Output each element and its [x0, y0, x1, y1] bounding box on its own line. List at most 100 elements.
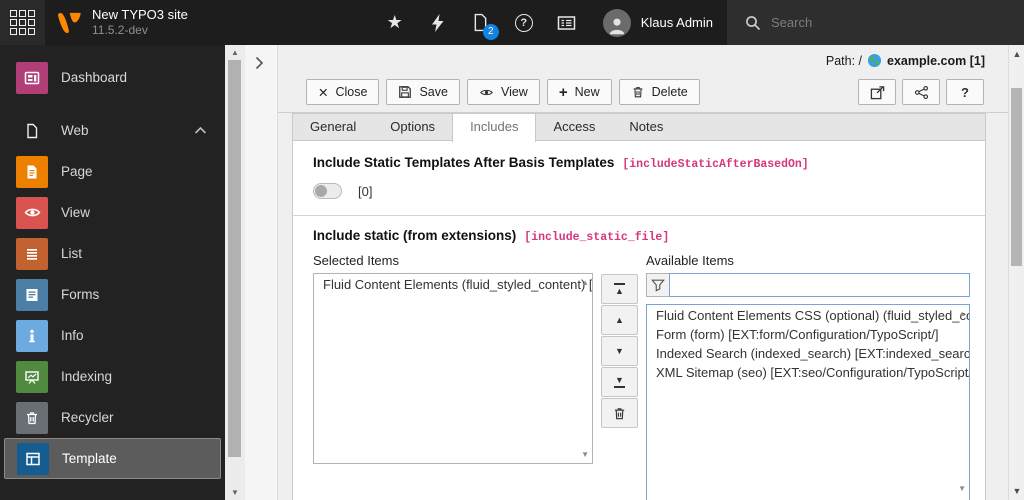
- scroll-up-arrow[interactable]: ▲: [1009, 49, 1024, 59]
- trash-icon: [16, 401, 48, 434]
- bolt-icon: [431, 13, 444, 32]
- delete-button[interactable]: Delete: [618, 79, 700, 105]
- doc-header: Path: / example.com [1] ✕ Close Save Vie…: [278, 45, 1008, 113]
- forms-icon: [16, 278, 48, 311]
- context-help-button[interactable]: ?: [946, 79, 984, 105]
- tab-options[interactable]: Options: [373, 114, 452, 140]
- save-icon: [398, 85, 412, 99]
- listbox-scroll-down-icon[interactable]: ▼: [958, 484, 966, 493]
- typo3-logo[interactable]: [55, 9, 83, 37]
- info-icon: [16, 319, 48, 352]
- available-item[interactable]: Form (form) [EXT:form/Configuration/Typo…: [647, 324, 969, 343]
- content-scrollbar-thumb[interactable]: [1011, 88, 1022, 266]
- remove-item-button[interactable]: [601, 398, 638, 428]
- listbox-scroll-up-icon[interactable]: ▲: [581, 278, 589, 287]
- scroll-down-arrow[interactable]: ▼: [225, 488, 245, 497]
- available-item[interactable]: Fluid Content Elements CSS (optional) (f…: [647, 305, 969, 324]
- selected-items-listbox[interactable]: Fluid Content Elements (fluid_styled_con…: [313, 273, 593, 464]
- sidebar-item-info[interactable]: Info: [0, 315, 225, 356]
- clear-cache-bolt-icon[interactable]: [426, 9, 450, 37]
- tab-notes[interactable]: Notes: [612, 114, 680, 140]
- search-input[interactable]: [771, 15, 971, 30]
- bookmark-star-icon[interactable]: ★: [383, 9, 407, 37]
- close-button[interactable]: ✕ Close: [306, 79, 380, 105]
- search-icon: [746, 15, 761, 30]
- save-button[interactable]: Save: [386, 79, 460, 105]
- user-icon: [609, 18, 624, 34]
- web-icon: [16, 115, 48, 147]
- view-button[interactable]: View: [466, 79, 540, 105]
- available-item[interactable]: Indexed Search (indexed_search) [EXT:ind…: [647, 343, 969, 362]
- available-items-listbox[interactable]: Fluid Content Elements CSS (optional) (f…: [646, 304, 970, 500]
- doc-tool-buttons: ?: [858, 79, 984, 105]
- list-control-buttons: ▲ ▲ ▼ ▼: [601, 273, 638, 500]
- sidebar-item-page[interactable]: Page: [0, 151, 225, 192]
- content-scrollbar[interactable]: ▲ ▼: [1008, 45, 1024, 500]
- field-title: Include Static Templates After Basis Tem…: [313, 155, 615, 170]
- listbox-scroll-down-icon[interactable]: ▼: [581, 450, 589, 459]
- arrow-up-icon: ▲: [615, 286, 624, 296]
- toggle-value: [0]: [358, 183, 373, 199]
- field-code: [include_static_file]: [524, 231, 670, 244]
- sidebar-scrollbar-thumb[interactable]: [228, 60, 241, 457]
- scroll-up-arrow[interactable]: ▲: [225, 48, 245, 57]
- open-documents-badge: 2: [482, 23, 499, 40]
- tab-general[interactable]: General: [293, 114, 373, 140]
- selected-item[interactable]: Fluid Content Elements (fluid_styled_con…: [314, 274, 592, 293]
- pagetree-expand-button[interactable]: [255, 56, 264, 73]
- sidebar-item-dashboard[interactable]: Dashboard: [0, 57, 225, 98]
- sidebar-item-indexing[interactable]: Indexing: [0, 356, 225, 397]
- section-include-static-after: Include Static Templates After Basis Tem…: [293, 141, 985, 216]
- sidebar-item-list[interactable]: List: [0, 233, 225, 274]
- open-in-new-window-button[interactable]: [858, 79, 896, 105]
- doc-buttons: ✕ Close Save View + New Delete: [306, 79, 700, 105]
- eye-icon: [16, 196, 48, 229]
- sidebar-scrollbar[interactable]: ▲ ▼: [225, 45, 245, 500]
- sidebar-item-template[interactable]: Template: [4, 438, 221, 479]
- field-title: Include static (from extensions): [313, 228, 517, 243]
- scroll-down-arrow[interactable]: ▼: [1009, 486, 1024, 496]
- section-include-static-file: Include static (from extensions) [include…: [293, 216, 985, 500]
- arrow-down-icon: ▼: [615, 346, 624, 356]
- new-button[interactable]: + New: [546, 79, 612, 105]
- field-code: [includeStaticAfterBasedOn]: [622, 158, 809, 171]
- user-name: Klaus Admin: [640, 15, 713, 30]
- move-down-button[interactable]: ▼: [601, 336, 638, 366]
- share-button[interactable]: [902, 79, 940, 105]
- module-sidebar: Dashboard Web Page View List Forms Info …: [0, 45, 225, 500]
- funnel-icon: [651, 279, 665, 292]
- breadcrumb: Path: / example.com [1]: [826, 53, 985, 68]
- topbar: New TYPO3 site 11.5.2-dev ★ 2 ? Klaus Ad…: [0, 0, 1024, 45]
- tab-includes[interactable]: Includes: [452, 114, 537, 142]
- external-link-icon: [870, 85, 884, 99]
- sidebar-item-recycler[interactable]: Recycler: [0, 397, 225, 438]
- arrow-up-icon: ▲: [615, 315, 624, 325]
- modules-menu-button[interactable]: [0, 0, 45, 45]
- available-item[interactable]: XML Sitemap (seo) [EXT:seo/Configuration…: [647, 362, 969, 381]
- selected-items-label: Selected Items: [313, 253, 399, 268]
- chevron-up-icon: [194, 123, 207, 138]
- sidebar-item-view[interactable]: View: [0, 192, 225, 233]
- list-icon: [16, 237, 48, 270]
- sidebar-item-forms[interactable]: Forms: [0, 274, 225, 315]
- available-filter: [646, 273, 970, 297]
- open-documents-icon[interactable]: 2: [469, 9, 499, 40]
- page-title[interactable]: example.com [1]: [887, 54, 985, 68]
- user-menu[interactable]: Klaus Admin: [602, 8, 713, 37]
- indexing-icon: [16, 360, 48, 393]
- available-items-column: Fluid Content Elements CSS (optional) (f…: [646, 273, 970, 500]
- system-information-icon[interactable]: [555, 9, 579, 37]
- close-icon: ✕: [318, 85, 329, 100]
- listbox-scroll-up-icon[interactable]: ▲: [958, 309, 966, 318]
- available-filter-input[interactable]: [669, 273, 970, 297]
- move-to-top-button[interactable]: ▲: [601, 274, 638, 304]
- move-to-bottom-button[interactable]: ▼: [601, 367, 638, 397]
- sidebar-group-web[interactable]: Web: [0, 110, 225, 151]
- tab-access[interactable]: Access: [536, 114, 612, 140]
- toggle-include-static-after[interactable]: [313, 183, 342, 199]
- filter-button[interactable]: [646, 273, 670, 297]
- pagetree-collapsed: [245, 45, 278, 500]
- move-up-button[interactable]: ▲: [601, 305, 638, 335]
- form-panel: Include Static Templates After Basis Tem…: [292, 140, 986, 500]
- help-icon[interactable]: ?: [512, 9, 536, 37]
